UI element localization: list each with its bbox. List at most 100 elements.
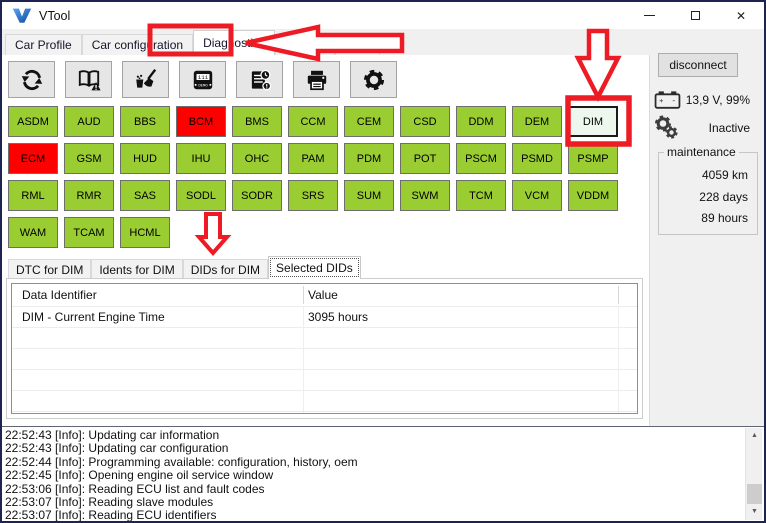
scroll-thumb[interactable] [747,484,762,504]
subtab-dids-for-dim[interactable]: DIDs for DIM [183,259,268,279]
ecu-button-cem[interactable]: CEM [344,106,394,137]
maintenance-title: maintenance [664,145,739,159]
refresh-button[interactable] [8,61,55,98]
dids-table: Data Identifier Value DIM - Current Engi… [11,283,638,414]
tab-car-configuration[interactable]: Car configuration [82,34,193,55]
tab-diagnostics[interactable]: Diagnostics [193,30,275,55]
report-status-button[interactable] [236,61,283,98]
grid-line [303,307,304,413]
ecu-button-bcm[interactable]: BCM [176,106,226,137]
ecu-button-psmp[interactable]: PSMP [568,143,618,174]
log-line: 22:53:06 [Info]: Reading ECU list and fa… [5,483,764,496]
ecu-button-dim[interactable]: DIM [568,106,618,137]
maximize-icon [691,11,700,20]
ecu-button-tcm[interactable]: TCM [456,180,506,211]
ecu-button-hud[interactable]: HUD [120,143,170,174]
clean-button[interactable] [122,61,169,98]
ecu-button-hcml[interactable]: HCML [120,217,170,248]
table-row[interactable]: DIM - Current Engine Time3095 hours [12,307,637,328]
activity-status-row: Inactive [652,114,750,142]
manual-warning-button[interactable] [65,61,112,98]
gears-icon [652,114,681,142]
subtab-idents-for-dim[interactable]: Idents for DIM [91,259,182,279]
subtab-dtc-for-dim[interactable]: DTC for DIM [8,259,91,279]
scroll-down-icon[interactable]: ▼ [746,504,763,520]
ecu-row: RMLRMRSASSODLSODRSRSSUMSWMTCMVCMVDDM [8,180,618,211]
ecu-button-csd[interactable]: CSD [400,106,450,137]
ecu-button-sum[interactable]: SUM [344,180,394,211]
cell-data-identifier: DIM - Current Engine Time [22,310,165,324]
manual-warning-icon [76,67,102,93]
title-bar: VTool ✕ [2,2,764,29]
maintenance-value: 228 days [659,187,748,209]
ecu-button-rmr[interactable]: RMR [64,180,114,211]
table-row-empty [12,370,637,391]
log-line: 22:52:45 [Info]: Opening engine oil serv… [5,469,764,482]
ecu-button-swm[interactable]: SWM [400,180,450,211]
settings-gear-icon [361,67,387,93]
ecu-button-pot[interactable]: POT [400,143,450,174]
table-body: DIM - Current Engine Time3095 hours [12,307,637,414]
ecu-button-pdm[interactable]: PDM [344,143,394,174]
header-separator[interactable] [618,286,619,304]
table-row-empty [12,328,637,349]
battery-status-row: + - 13,9 V, 99% [654,88,750,111]
minimize-button[interactable] [626,2,672,29]
tab-misc[interactable]: Misc [335,34,380,55]
minimize-icon [644,15,655,16]
scroll-up-icon[interactable]: ▲ [746,428,763,444]
battery-icon: + - [654,88,681,111]
log-line: 22:52:43 [Info]: Updating car configurat… [5,442,764,455]
maintenance-value: 89 hours [659,208,748,230]
table-header: Data Identifier Value [12,284,637,307]
print-button[interactable] [293,61,340,98]
ecu-button-wam[interactable]: WAM [8,217,58,248]
ecu-button-tcam[interactable]: TCAM [64,217,114,248]
column-header-data-identifier[interactable]: Data Identifier [22,288,97,302]
activity-status-text: Inactive [681,121,750,135]
ecu-row: ECMGSMHUDIHUOHCPAMPDMPOTPSCMPSMDPSMP [8,143,618,174]
ecu-button-pam[interactable]: PAM [288,143,338,174]
ecu-button-aud[interactable]: AUD [64,106,114,137]
log-line: 22:53:07 [Info]: Reading slave modules [5,496,764,509]
ecu-button-ddm[interactable]: DDM [456,106,506,137]
ecu-button-sodr[interactable]: SODR [232,180,282,211]
tab-service[interactable]: Service [275,34,335,55]
ecu-button-srs[interactable]: SRS [288,180,338,211]
ecu-button-ccm[interactable]: CCM [288,106,338,137]
ecu-button-sodl[interactable]: SODL [176,180,226,211]
tab-strip: Car ProfileCar configurationDiagnosticsS… [2,29,764,55]
ecu-button-vddm[interactable]: VDDM [568,180,618,211]
ecu-button-asdm[interactable]: ASDM [8,106,58,137]
log-scrollbar[interactable]: ▲ ▼ [745,428,762,520]
disconnect-button[interactable]: disconnect [658,53,738,77]
odometer-demo-button[interactable]: 111DEMO [179,61,226,98]
column-header-value[interactable]: Value [308,288,338,302]
ecu-button-psmd[interactable]: PSMD [512,143,562,174]
battery-voltage-text: 13,9 V, 99% [681,93,750,107]
toolbar: 111DEMO [8,61,397,98]
header-separator[interactable] [303,286,304,304]
ecu-button-ohc[interactable]: OHC [232,143,282,174]
ecu-button-pscm[interactable]: PSCM [456,143,506,174]
ecu-button-rml[interactable]: RML [8,180,58,211]
tab-car-profile[interactable]: Car Profile [5,34,82,55]
ecu-button-bms[interactable]: BMS [232,106,282,137]
table-row-empty [12,412,637,414]
grid-line [618,307,619,413]
ecu-button-bbs[interactable]: BBS [120,106,170,137]
ecu-button-dem[interactable]: DEM [512,106,562,137]
close-button[interactable]: ✕ [718,2,764,29]
clean-icon [133,67,159,93]
ecu-button-vcm[interactable]: VCM [512,180,562,211]
log-line: 22:53:07 [Info]: Reading ECU identifiers [5,509,764,521]
subtab-selected-dids[interactable]: Selected DIDs [268,256,361,279]
maintenance-groupbox: maintenance 4059 km228 days89 hours [658,152,758,235]
ecu-button-sas[interactable]: SAS [120,180,170,211]
ecu-button-ecm[interactable]: ECM [8,143,58,174]
table-row-empty [12,391,637,412]
settings-gear-button[interactable] [350,61,397,98]
maximize-button[interactable] [672,2,718,29]
ecu-button-gsm[interactable]: GSM [64,143,114,174]
ecu-button-ihu[interactable]: IHU [176,143,226,174]
